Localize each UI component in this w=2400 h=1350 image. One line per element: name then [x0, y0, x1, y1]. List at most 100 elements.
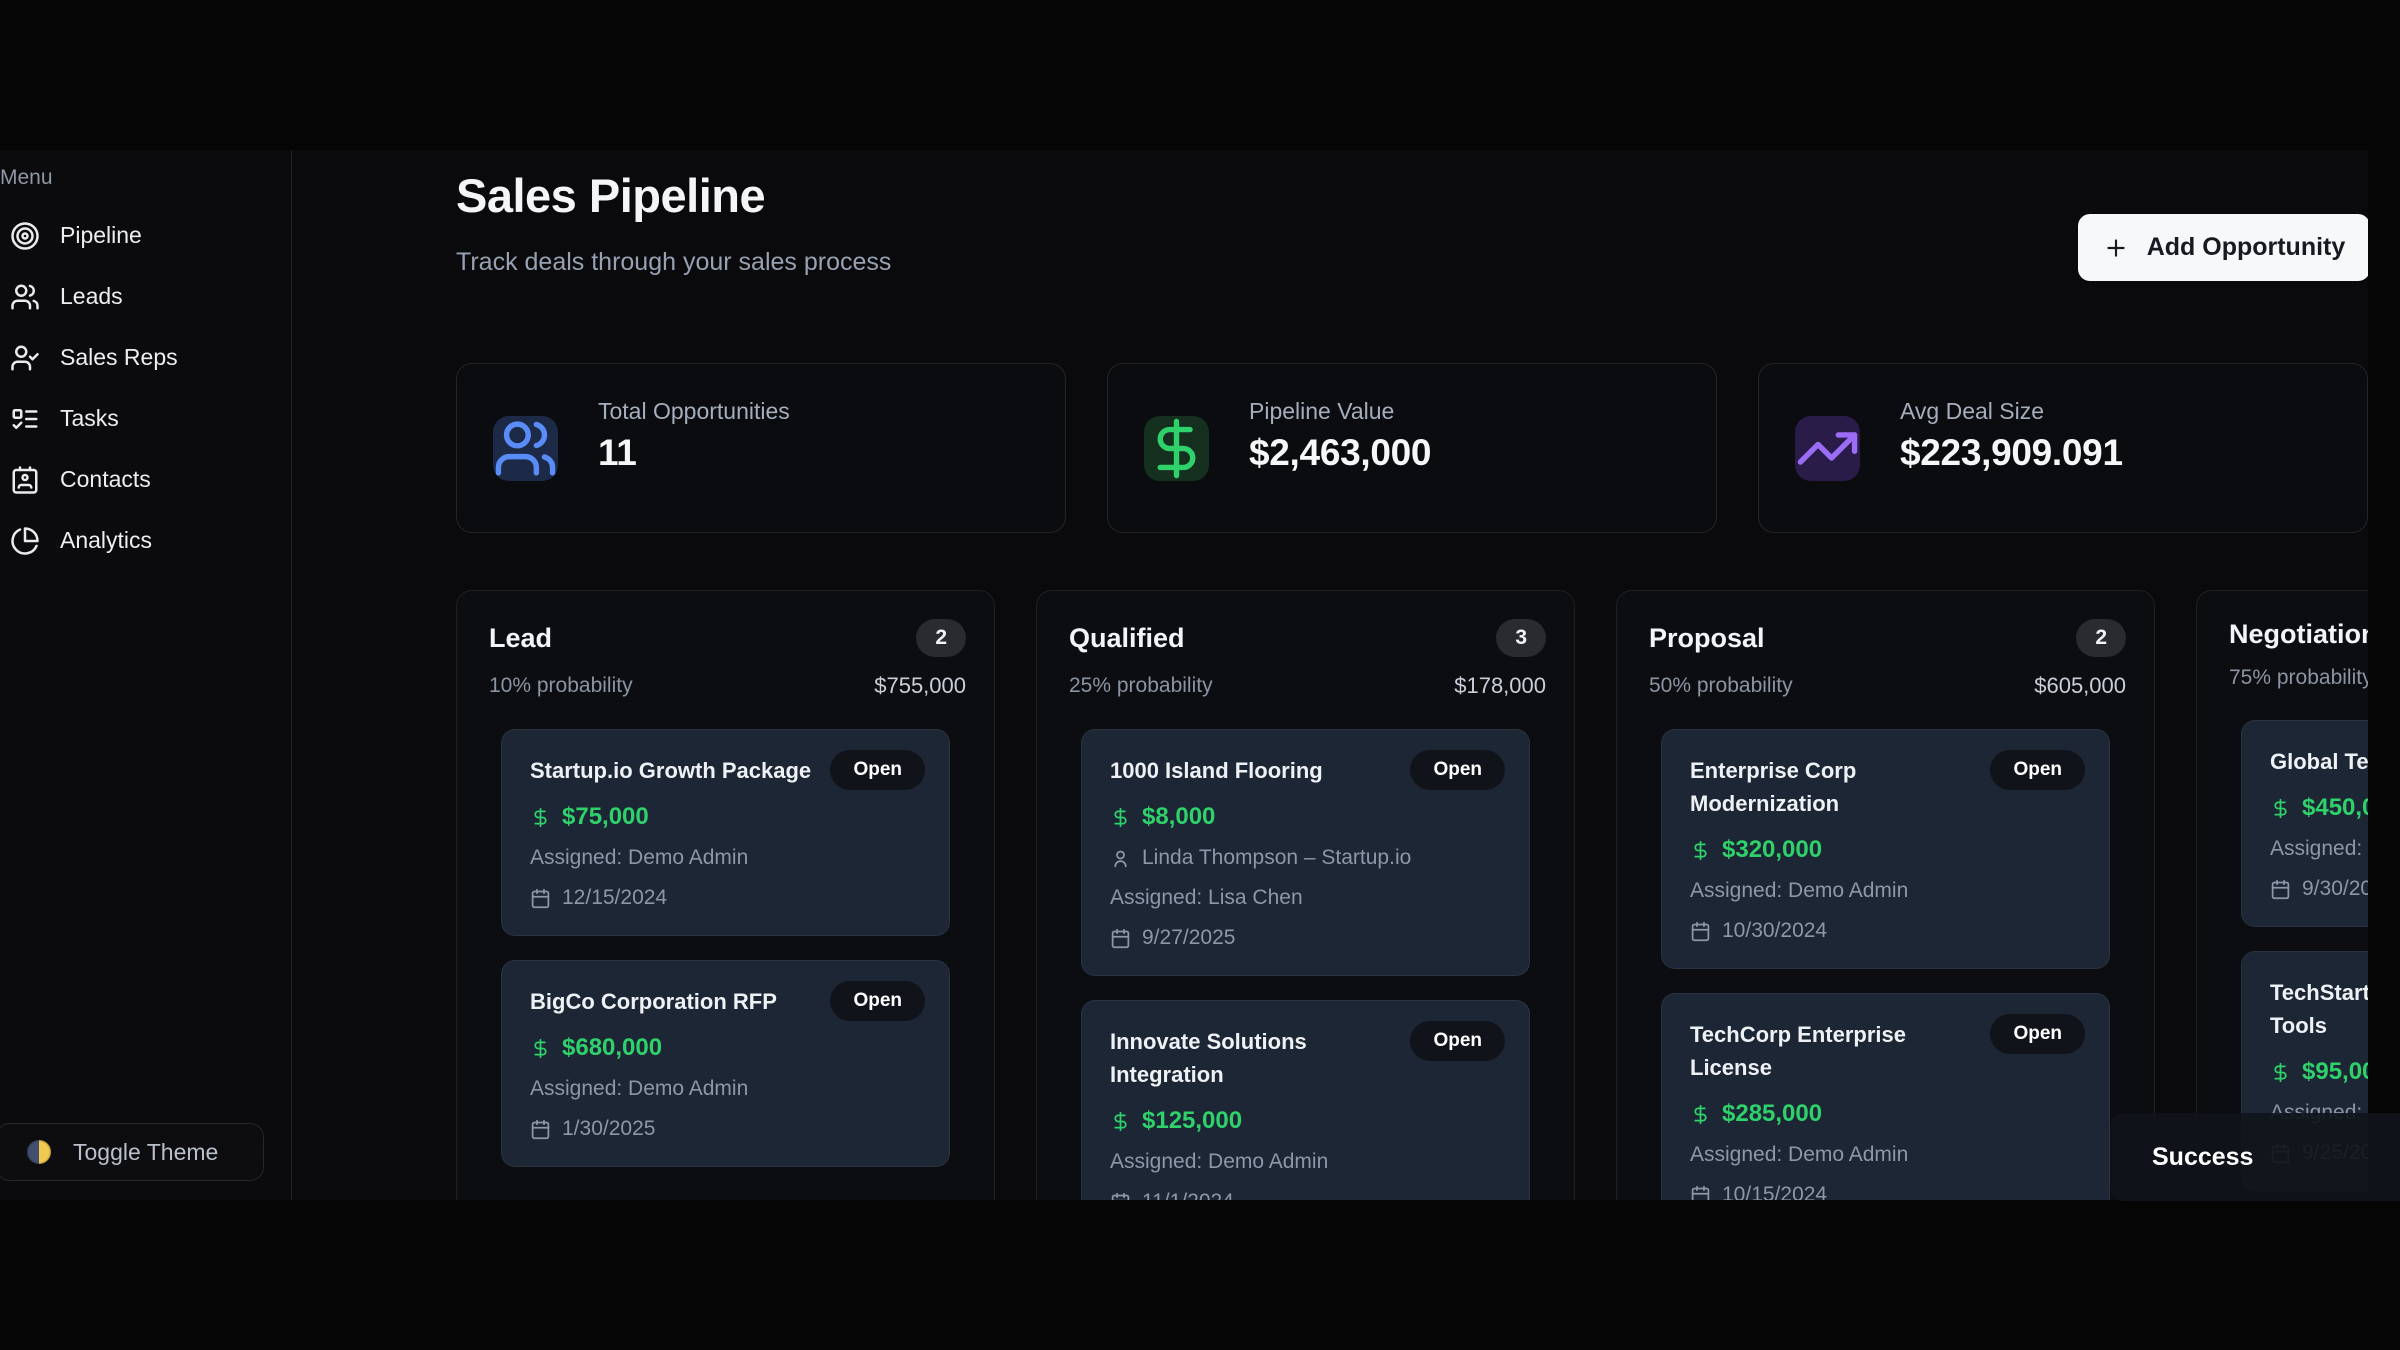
status-badge: Open: [1410, 1021, 1505, 1061]
deal-card[interactable]: OpenGlobal Tech$450,000Assigned: Demo Ad…: [2241, 720, 2368, 927]
dollar-icon-wrap: [1690, 1104, 1711, 1125]
sidebar-item-sales-reps[interactable]: Sales Reps: [0, 327, 290, 388]
sidebar-item-tasks[interactable]: Tasks: [0, 388, 290, 449]
calendar-icon-wrap: [1690, 1185, 1711, 1201]
stat-icon-tile: [1144, 416, 1209, 481]
contact-icon: [10, 465, 40, 495]
deal-card[interactable]: OpenStartup.io Growth Package$75,000Assi…: [501, 729, 950, 936]
deal-title: Global Tech: [2270, 745, 2368, 778]
dollar-icon: [1690, 1104, 1711, 1125]
column-title: Lead: [489, 623, 552, 654]
list-todo-icon: [10, 404, 40, 434]
calendar-icon-wrap: [1690, 921, 1711, 942]
calendar-icon-wrap: [530, 1119, 551, 1140]
stat-icon-tile: [1795, 416, 1860, 481]
deal-amount: $75,000: [562, 803, 649, 831]
dollar-icon-wrap: [2270, 798, 2291, 819]
deal-date: 1/30/2025: [562, 1116, 655, 1142]
column-title: Negotiation: [2229, 619, 2368, 650]
sidebar-item-contacts[interactable]: Contacts: [0, 449, 290, 510]
main-content: Sales Pipeline Track deals through your …: [292, 150, 2368, 1200]
column-title: Qualified: [1069, 623, 1185, 654]
dollar-icon: [2270, 1062, 2291, 1083]
deal-amount: $450,000: [2302, 794, 2368, 822]
sidebar-item-label: Sales Reps: [60, 344, 178, 371]
calendar-icon: [530, 1119, 551, 1140]
deal-assigned: Assigned: Demo Admin: [2270, 836, 2368, 862]
sidebar-item-analytics[interactable]: Analytics: [0, 510, 290, 571]
deal-card[interactable]: Open1000 Island Flooring$8,000Linda Thom…: [1081, 729, 1530, 976]
column-total-value: $605,000: [2034, 673, 2126, 699]
dollar-icon-wrap: [530, 1038, 551, 1059]
pipeline-column-qualified: Qualified325% probability$178,000Open100…: [1036, 590, 1575, 1200]
deal-card[interactable]: OpenBigCo Corporation RFP$680,000Assigne…: [501, 960, 950, 1167]
deal-contact: Linda Thompson – Startup.io: [1142, 845, 1411, 871]
users-icon: [493, 416, 558, 481]
stat-value: $2,463,000: [1249, 432, 1431, 474]
status-badge: Open: [1990, 750, 2085, 790]
plus-icon: [2103, 235, 2129, 261]
column-count-badge: 2: [916, 619, 966, 657]
page-title: Sales Pipeline: [456, 168, 765, 223]
calendar-icon: [2270, 879, 2291, 900]
dollar-icon-wrap: [1110, 807, 1131, 828]
calendar-icon: [1110, 1192, 1131, 1201]
deal-assigned: Assigned: Demo Admin: [1690, 1142, 1908, 1168]
column-count-badge: 2: [2076, 619, 2126, 657]
kanban-board: Lead210% probability$755,000OpenStartup.…: [456, 590, 2368, 1200]
dollar-icon: [1110, 807, 1131, 828]
calendar-icon: [1690, 921, 1711, 942]
dollar-icon: [530, 807, 551, 828]
toggle-theme-button[interactable]: Toggle Theme: [0, 1123, 264, 1181]
deal-date: 10/15/2024: [1722, 1182, 1827, 1200]
stat-label: Pipeline Value: [1249, 398, 1394, 425]
pipeline-column-proposal: Proposal250% probability$605,000OpenEnte…: [1616, 590, 2155, 1200]
deal-date: 9/27/2025: [1142, 925, 1235, 951]
add-opportunity-button[interactable]: Add Opportunity: [2078, 214, 2368, 281]
sidebar-item-label: Leads: [60, 283, 123, 310]
calendar-icon: [1690, 1185, 1711, 1201]
calendar-icon: [530, 888, 551, 909]
deal-amount: $680,000: [562, 1034, 662, 1062]
deal-assigned: Assigned: Lisa Chen: [1110, 885, 1303, 911]
sidebar-item-label: Contacts: [60, 466, 151, 493]
sidebar-item-pipeline[interactable]: Pipeline: [0, 205, 290, 266]
pipeline-column-negotiation: Negotiation75% probabilityOpenGlobal Tec…: [2196, 590, 2368, 1200]
stat-card: Avg Deal Size$223,909.091: [1758, 363, 2368, 533]
deal-card[interactable]: OpenTechCorp Enterprise License$285,000A…: [1661, 993, 2110, 1200]
dollar-icon: [1690, 840, 1711, 861]
deal-date: 11/1/2024: [1142, 1189, 1234, 1200]
sidebar-item-leads[interactable]: Leads: [0, 266, 290, 327]
column-cards: Open1000 Island Flooring$8,000Linda Thom…: [1081, 729, 1530, 1200]
add-opportunity-label: Add Opportunity: [2147, 233, 2346, 262]
sidebar-item-label: Analytics: [60, 527, 152, 554]
column-total-value: $755,000: [874, 673, 966, 699]
sidebar: Menu Pipeline Leads Sales Reps Tasks Contact…: [0, 150, 292, 1200]
user-check-icon: [10, 343, 40, 373]
page-subtitle: Track deals through your sales process: [456, 248, 891, 277]
deal-amount: $320,000: [1722, 836, 1822, 864]
half-moon-icon: [27, 1140, 51, 1164]
pie-chart-icon: [10, 526, 40, 556]
deal-date: 10/30/2024: [1722, 918, 1827, 944]
column-title: Proposal: [1649, 623, 1765, 654]
toast-title: Success: [2152, 1143, 2253, 1172]
stat-label: Avg Deal Size: [1900, 398, 2044, 425]
user-icon: [1110, 848, 1131, 869]
stat-label: Total Opportunities: [598, 398, 790, 425]
trending-up-icon: [1795, 416, 1860, 481]
pipeline-column-lead: Lead210% probability$755,000OpenStartup.…: [456, 590, 995, 1200]
column-probability: 75% probability: [2229, 666, 2368, 690]
sidebar-menu-label: Menu: [0, 166, 53, 190]
deal-amount: $8,000: [1142, 803, 1215, 831]
deal-card[interactable]: OpenInnovate Solutions Integration$125,0…: [1081, 1000, 1530, 1200]
target-icon: [10, 221, 40, 251]
deal-assigned: Assigned: Demo Admin: [1690, 878, 1908, 904]
user-icon-wrap: [1110, 848, 1131, 869]
deal-amount: $95,000: [2302, 1058, 2368, 1086]
sidebar-item-label: Tasks: [60, 405, 119, 432]
stat-value: 11: [598, 432, 637, 474]
deal-card[interactable]: OpenEnterprise Corp Modernization$320,00…: [1661, 729, 2110, 969]
dollar-icon: [1110, 1111, 1131, 1132]
users-icon: [10, 282, 40, 312]
